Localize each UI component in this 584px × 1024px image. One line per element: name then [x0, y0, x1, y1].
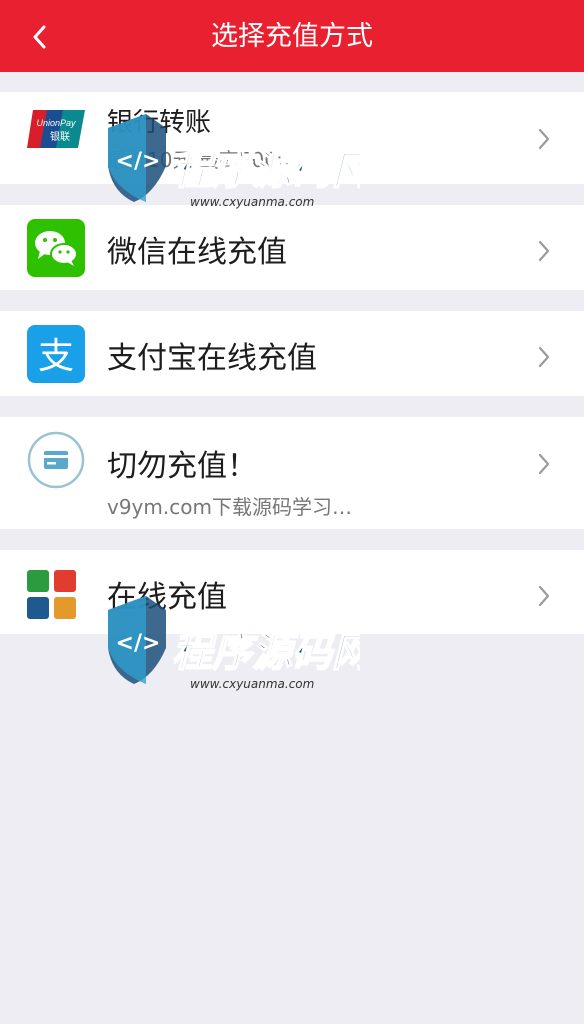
watermark-title: 程序源码网: [172, 148, 360, 194]
page-title: 选择充值方式: [211, 21, 373, 52]
card-icon: [27, 431, 85, 489]
watermark-url: www.cxyuanma.com: [190, 195, 314, 209]
item-label: 切勿充值！: [107, 449, 257, 484]
chevron-right-icon: [538, 240, 550, 262]
chevron-right-icon: [538, 128, 550, 150]
alipay-glyph: 支: [38, 336, 74, 377]
item-label: 微信在线充值: [107, 235, 287, 270]
list-item-card[interactable]: 切勿充值！ v9ym.com下载源码学习…: [0, 417, 584, 529]
watermark-url: www.cxyuanma.com: [190, 677, 314, 691]
chevron-right-icon: [538, 453, 550, 475]
alipay-icon: 支: [27, 325, 85, 383]
svg-text:</>: </>: [116, 149, 161, 174]
chevron-right-icon: [538, 346, 550, 368]
watermark-title: 程序源码网: [172, 630, 360, 676]
svg-text:</>: </>: [116, 631, 161, 656]
unionpay-icon: UnionPay 银联: [27, 110, 85, 148]
nav-bar: 选择充值方式: [0, 0, 584, 72]
tiles-icon: [27, 570, 77, 620]
watermark: </> 程序源码网 www.cxyuanma.com: [100, 108, 379, 218]
item-subtitle: v9ym.com下载源码学习…: [107, 495, 352, 519]
unionpay-logo-cn: 银联: [50, 130, 70, 143]
list-item-alipay[interactable]: 支 支付宝在线充值: [0, 311, 584, 396]
wechat-icon: [27, 219, 85, 277]
item-label: 支付宝在线充值: [107, 341, 317, 376]
chevron-right-icon: [538, 585, 550, 607]
watermark: </> 程序源码网 www.cxyuanma.com: [100, 590, 379, 700]
unionpay-logo-text: UnionPay: [36, 118, 76, 128]
